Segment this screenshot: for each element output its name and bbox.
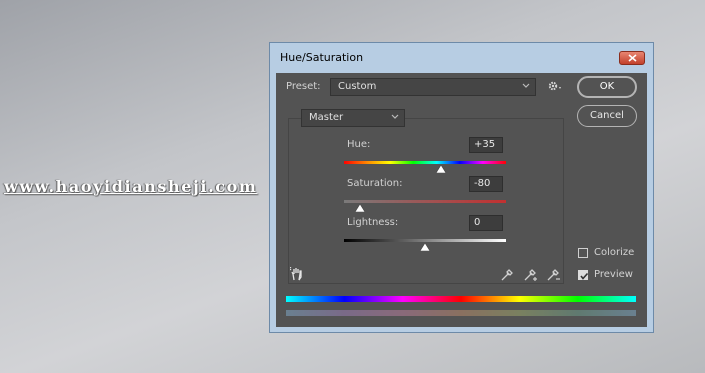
hand-icon[interactable] bbox=[290, 267, 304, 281]
gear-icon[interactable] bbox=[548, 80, 562, 92]
saturation-slider-track[interactable] bbox=[344, 200, 506, 203]
saturation-slider-thumb[interactable] bbox=[355, 204, 366, 212]
preview-label: Preview bbox=[594, 269, 633, 280]
close-icon bbox=[627, 54, 637, 62]
lightness-field[interactable]: 0 bbox=[469, 215, 503, 231]
saturation-label: Saturation: bbox=[347, 178, 403, 189]
watermark-text: www.haoyidiansheji.com bbox=[4, 177, 258, 196]
chevron-down-icon bbox=[391, 114, 399, 119]
ok-button[interactable]: OK bbox=[577, 76, 637, 98]
hue-label: Hue: bbox=[347, 139, 371, 150]
channel-value: Master bbox=[309, 112, 344, 123]
close-button[interactable] bbox=[619, 51, 645, 65]
chevron-down-icon bbox=[522, 83, 530, 88]
cancel-button[interactable]: Cancel bbox=[577, 105, 637, 127]
preset-value: Custom bbox=[338, 81, 377, 92]
eyedropper-plus-icon[interactable] bbox=[523, 268, 539, 282]
hue-slider-track[interactable] bbox=[344, 161, 506, 164]
output-color-bar bbox=[286, 310, 636, 316]
preview-checkbox[interactable] bbox=[578, 270, 589, 280]
checkmark-icon bbox=[580, 272, 589, 280]
colorize-checkbox[interactable] bbox=[578, 248, 588, 258]
dialog-title: Hue/Saturation bbox=[280, 51, 364, 64]
lightness-label: Lightness: bbox=[347, 217, 399, 228]
saturation-field[interactable]: -80 bbox=[469, 176, 503, 192]
preset-label: Preset: bbox=[286, 81, 321, 92]
input-color-bar bbox=[286, 296, 636, 302]
dialog-body: Preset: Custom OK Cancel Master Hue: +35 bbox=[276, 73, 647, 327]
eyedropper-icon[interactable] bbox=[500, 268, 514, 282]
hue-slider-thumb[interactable] bbox=[435, 165, 446, 173]
eyedropper-minus-icon[interactable] bbox=[546, 268, 562, 282]
lightness-slider-track[interactable] bbox=[344, 239, 506, 242]
channel-dropdown[interactable]: Master bbox=[301, 109, 405, 127]
hue-saturation-dialog: Hue/Saturation Preset: Custom OK Cancel … bbox=[269, 42, 654, 333]
hue-field[interactable]: +35 bbox=[469, 137, 503, 153]
title-bar[interactable]: Hue/Saturation bbox=[270, 43, 653, 73]
preset-dropdown[interactable]: Custom bbox=[330, 78, 536, 96]
lightness-slider-thumb[interactable] bbox=[420, 243, 430, 251]
colorize-label: Colorize bbox=[594, 247, 635, 258]
